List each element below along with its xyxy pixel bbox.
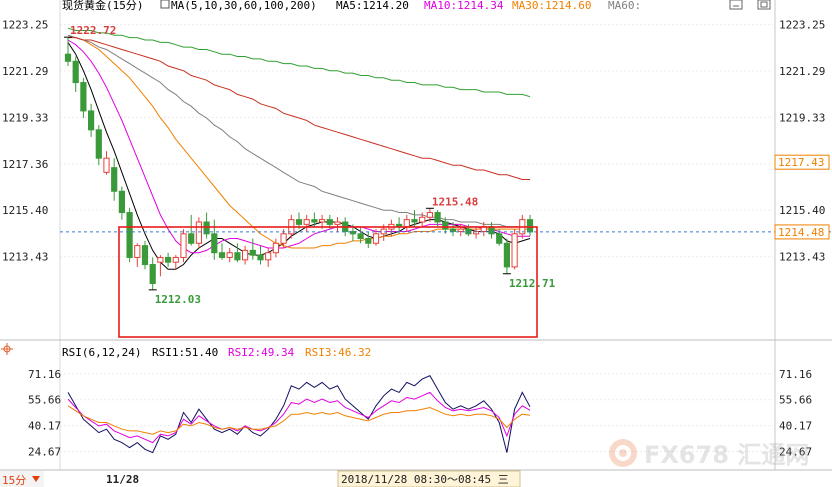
candle-body [188, 233, 195, 244]
candle [141, 240, 149, 270]
watermark-text: FX678 汇通网 [644, 441, 809, 469]
candle [126, 207, 133, 263]
candle-body [419, 216, 426, 223]
minimize-icon[interactable] [729, 0, 743, 10]
cursor-time: 2018/11/28 08:30～08:45 三 [341, 473, 509, 486]
rsi-tick-left: 71.16 [28, 368, 61, 381]
rsi1-value: RSI1:51.40 [152, 346, 218, 359]
price-tick-left: 1223.25 [2, 19, 48, 32]
period-selector[interactable]: 15分 [0, 471, 44, 487]
price-tick-left: 1213.43 [2, 251, 48, 264]
candle-body [249, 249, 256, 256]
price-tick-right: 1221.29 [779, 65, 825, 78]
candle-body [365, 238, 372, 244]
candle-body [295, 219, 303, 225]
rsi-tick-left: 24.67 [28, 446, 61, 459]
current-price-badge: 1214.48 [774, 224, 830, 240]
period-label: 15分 [2, 474, 26, 487]
candle-body [403, 219, 410, 228]
rsi2-value: RSI2:49.34 [228, 346, 295, 359]
candle [180, 229, 187, 263]
candle-body [372, 233, 380, 244]
candle-body [103, 157, 110, 173]
candle-body [496, 233, 503, 244]
ma10-value: MA10:1214.34 [424, 0, 504, 12]
high-label: 1215.48 [432, 195, 478, 208]
price-tick-right: 1223.25 [779, 19, 825, 32]
candle-body [226, 252, 233, 258]
candle-body [64, 53, 72, 62]
candle-body [280, 233, 287, 244]
candle-body [126, 212, 133, 258]
price-tick-left: 1215.40 [2, 204, 48, 217]
candle-body [218, 252, 226, 258]
candle-body [272, 242, 279, 254]
candle-body [303, 219, 310, 225]
marker-price-badge: 1217.43 [774, 154, 830, 170]
price-tick-left: 1219.33 [2, 111, 48, 124]
high-label: 1222.72 [70, 24, 116, 37]
rsi-tick-left: 55.66 [28, 394, 61, 407]
low-label: 1212.03 [155, 293, 201, 306]
candle-body [503, 242, 510, 268]
low-label: 1212.71 [509, 277, 556, 290]
rsi-tick-right: 40.17 [779, 420, 812, 433]
candle-body [72, 60, 79, 84]
rsi3-value: RSI3:46.32 [305, 346, 371, 359]
candle-body [111, 167, 118, 192]
candle-body [172, 256, 179, 263]
ma60-value: MA60: [608, 0, 641, 12]
candle-body [426, 212, 433, 218]
current-price-label: 1214.48 [778, 226, 824, 239]
candle-body [265, 252, 272, 261]
candle-body [326, 219, 333, 225]
candle-body [195, 221, 203, 244]
maximize-icon[interactable] [757, 0, 771, 10]
price-tick-left: 1217.36 [2, 158, 48, 171]
candle-body [95, 129, 102, 159]
candle-body [211, 233, 218, 254]
candle-body [311, 219, 318, 223]
candle-body [449, 228, 457, 232]
candle-body [234, 252, 241, 261]
candle-body [411, 219, 418, 223]
ma5-value: MA5:1214.20 [336, 0, 409, 12]
candle-body [334, 221, 341, 225]
candle-body [457, 228, 464, 232]
price-tick-right: 1213.43 [779, 251, 825, 264]
marker-price-label: 1217.43 [778, 156, 824, 169]
candle [511, 229, 518, 270]
candle-body [141, 245, 149, 266]
candle-body [357, 233, 364, 240]
price-tick-right: 1219.33 [779, 111, 825, 124]
date-label: 11/28 [106, 473, 139, 486]
candle [195, 217, 203, 248]
candle-body [149, 264, 156, 284]
candle-body [118, 190, 126, 214]
price-tick-right: 1215.40 [779, 204, 825, 217]
candle-body [442, 221, 449, 230]
price-tick-left: 1221.29 [2, 65, 48, 78]
candle-body [242, 249, 249, 261]
candle-body [88, 110, 95, 131]
candle-body [157, 256, 164, 263]
candle-body [511, 233, 518, 268]
ma30-value: MA30:1214.60 [512, 0, 591, 12]
candle-body [257, 254, 264, 261]
candle-body [80, 82, 87, 112]
candle-body [180, 233, 187, 258]
rsi-header: RSI(6,12,24) RSI1:51.40 RSI2:49.34 RSI3:… [62, 346, 371, 359]
candle-body [134, 245, 141, 258]
candle-body [165, 256, 172, 263]
rsi-tick-left: 40.17 [28, 420, 61, 433]
rsi-tick-right: 55.66 [779, 394, 812, 407]
candle-body [319, 219, 326, 223]
rsi-tick-right: 71.16 [779, 368, 812, 381]
ma-params: MA(5,10,30,60,100,200) [171, 0, 317, 12]
instrument-title: 现货黄金(15分) [62, 0, 144, 12]
rsi-params: RSI(6,12,24) [62, 346, 141, 359]
kline-chart-window: 1223.25 1223.25 1221.29 1221.29 1219.33 1219.… [0, 0, 832, 487]
candle-body [434, 212, 441, 223]
candle-body [526, 219, 534, 233]
